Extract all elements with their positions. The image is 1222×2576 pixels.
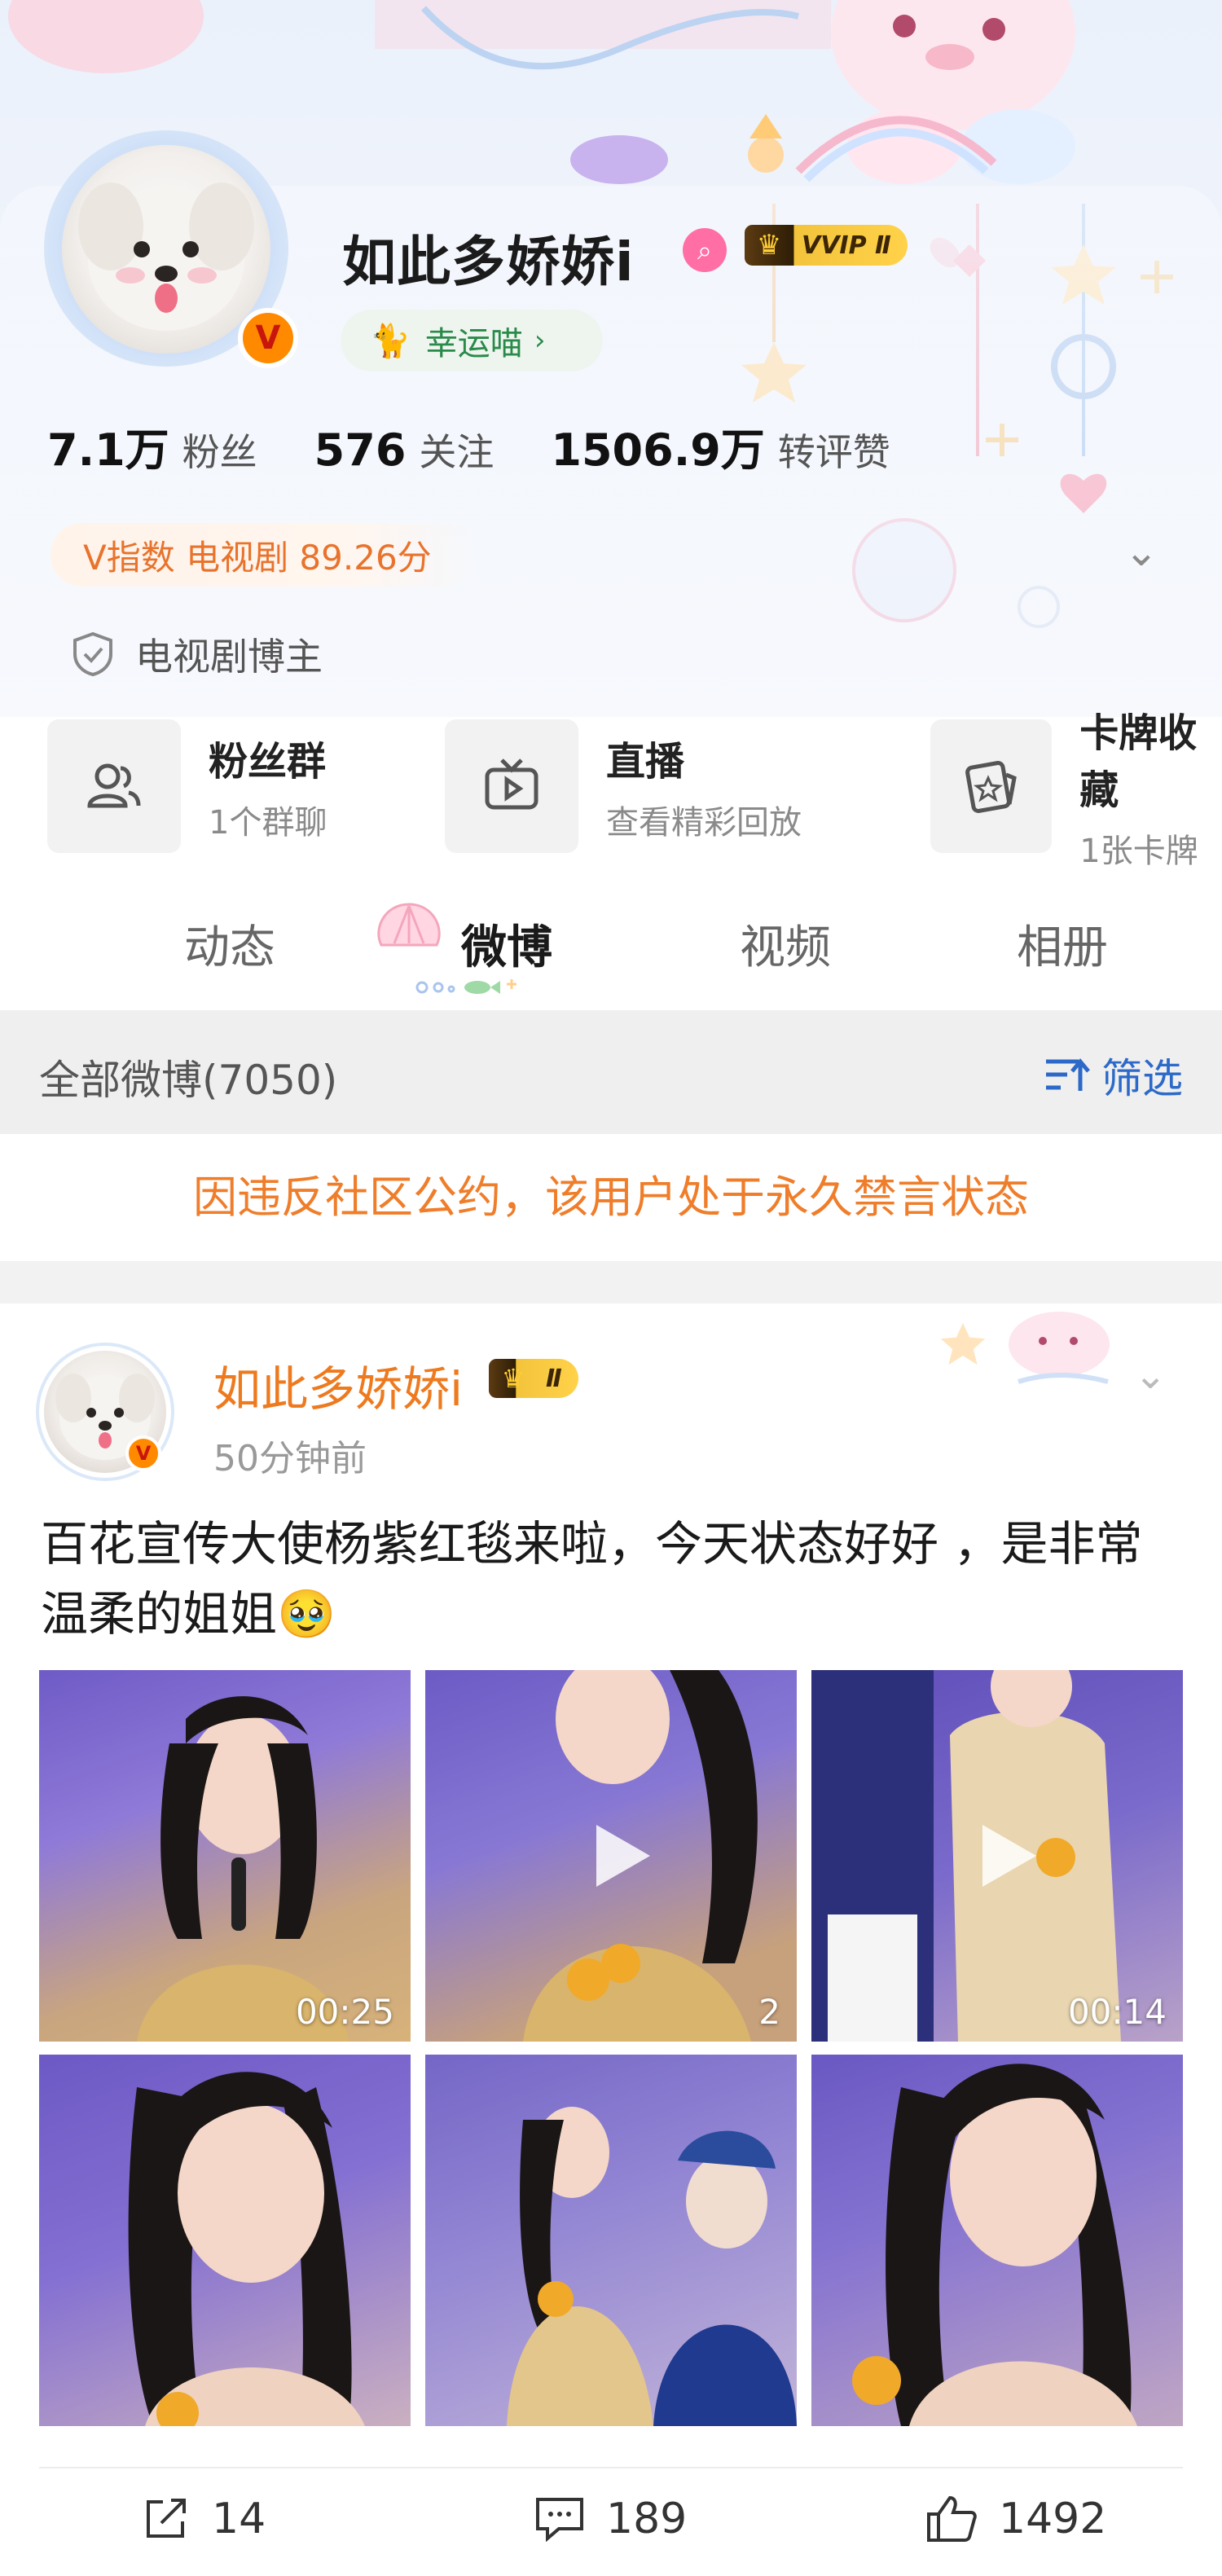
- photo-content: [137, 1696, 349, 2042]
- photo-content: [852, 2064, 1137, 2426]
- shortcut-subtitle: 1个群聊: [209, 804, 327, 842]
- followers-count[interactable]: 7.1万: [47, 414, 169, 478]
- post-avatar-container[interactable]: V: [36, 1333, 174, 1479]
- chevron-right-icon: ›: [534, 324, 546, 357]
- shortcut-subtitle: 查看精彩回放: [606, 804, 802, 842]
- verified-v-badge: V: [238, 308, 298, 368]
- video-duration: 2: [758, 1992, 780, 2032]
- dog-avatar-image: [78, 182, 254, 331]
- shield-check-icon: [73, 631, 112, 677]
- vvip-badge[interactable]: ♛ VVIP Ⅱ: [745, 225, 908, 266]
- tv-icon: [445, 719, 578, 853]
- chevron-down-icon[interactable]: ⌄: [1134, 1352, 1167, 1398]
- tab-weibo[interactable]: 微博: [461, 911, 552, 977]
- comment-button[interactable]: 189: [534, 2495, 687, 2543]
- shortcut-card-collection[interactable]: 卡牌收藏 1张卡牌: [930, 710, 1222, 870]
- profile-stats: 7.1万 粉丝 576 关注 1506.9万 转评赞: [47, 414, 947, 478]
- play-icon: [596, 1825, 650, 1887]
- tab-video[interactable]: 视频: [740, 911, 831, 977]
- crown-icon: ♛: [756, 229, 782, 262]
- weibo-filter-bar: 全部微博(7050) 筛选: [0, 1010, 1222, 1134]
- vip-badge-label: Ⅱ: [546, 1364, 562, 1393]
- fish-bubbles-decoration: [415, 979, 516, 994]
- post-author-name[interactable]: 如此多娇娇i: [213, 1351, 463, 1419]
- post-timestamp: 50分钟前: [213, 1438, 367, 1479]
- following-label[interactable]: 关注: [419, 423, 494, 477]
- photo-content: [128, 2072, 365, 2426]
- profile-tabs: 动态 微博 视频 相册: [0, 888, 1222, 1010]
- comment-count: 189: [606, 2495, 688, 2543]
- like-count: 1492: [999, 2495, 1107, 2543]
- post-media-image[interactable]: [39, 2055, 411, 2426]
- identity-row: 电视剧博主: [72, 627, 323, 681]
- lucky-tag-label: 幸运喵: [424, 325, 523, 363]
- ban-notice: 因违反社区公约，该用户处于永久禁言状态: [0, 1134, 1222, 1261]
- chevron-down-icon[interactable]: ⌄: [1124, 528, 1158, 575]
- play-icon: [982, 1825, 1036, 1887]
- verified-v-badge: V: [125, 1435, 161, 1471]
- shortcut-title: 卡牌收藏: [1079, 710, 1198, 813]
- shortcut-subtitle: 1张卡牌: [1079, 833, 1198, 870]
- thumbs-up-icon: [927, 2495, 977, 2542]
- comment-icon: [536, 2498, 583, 2542]
- repost-count: 14: [212, 2495, 266, 2543]
- v-index-pill[interactable]: V指数 电视剧 89.26分: [51, 523, 481, 587]
- shortcut-title: 直播: [606, 739, 685, 785]
- video-duration: 00:25: [295, 1992, 394, 2032]
- vvip-badge-label: VVIP Ⅱ: [802, 231, 891, 260]
- share-icon: [147, 2499, 186, 2538]
- section-divider: [0, 1261, 1222, 1303]
- post-media-video[interactable]: 00:25: [39, 1670, 411, 2042]
- shortcut-title: 粉丝群: [209, 739, 327, 785]
- v-index-text: V指数 电视剧 89.26分: [83, 537, 432, 578]
- cat-icon: 🐈: [370, 322, 411, 360]
- repost-button[interactable]: 14: [143, 2495, 266, 2543]
- tab-dynamic[interactable]: 动态: [184, 911, 275, 977]
- avatar[interactable]: [62, 145, 270, 354]
- all-weibo-count[interactable]: 全部微博(7050): [39, 1048, 337, 1106]
- profile-avatar-container[interactable]: V: [44, 130, 301, 375]
- following-count[interactable]: 576: [314, 424, 407, 476]
- post-text: 百花宣传大使杨紫红毯来啦，今天状态好好 ，是非常温柔的姐姐🥹: [41, 1516, 1143, 1642]
- profile-username: 如此多娇娇i: [342, 231, 635, 293]
- post-media-video[interactable]: 2: [425, 1670, 797, 2042]
- followers-label[interactable]: 粉丝: [182, 423, 257, 477]
- super-topic-icon[interactable]: ⌕: [683, 228, 727, 272]
- card-icon: [930, 719, 1053, 853]
- filter-button[interactable]: 筛选: [1043, 1046, 1183, 1105]
- shortcut-live[interactable]: 直播 查看精彩回放: [445, 717, 802, 855]
- crown-icon: ♛: [501, 1363, 525, 1394]
- reposts-comments-likes-count: 1506.9万: [551, 424, 765, 476]
- vip-badge[interactable]: ♛ Ⅱ: [489, 1359, 578, 1398]
- seashell-tab-indicator-icon: [377, 903, 441, 947]
- lucky-cat-tag[interactable]: 🐈 幸运喵 ›: [341, 310, 603, 371]
- shortcut-fan-group[interactable]: 粉丝群 1个群聊: [47, 717, 327, 855]
- photo-content: [507, 2107, 797, 2426]
- like-button[interactable]: 1492: [925, 2495, 1106, 2543]
- video-duration: 00:14: [1067, 1992, 1167, 2032]
- people-icon: [47, 719, 181, 853]
- post-media-video[interactable]: 00:14: [811, 1670, 1183, 2042]
- post-divider: [39, 2467, 1183, 2468]
- filter-label: 筛选: [1101, 1055, 1183, 1102]
- post-card-decoration: [940, 1312, 1110, 1384]
- post-media-image[interactable]: [811, 2055, 1183, 2426]
- identity-label: 电视剧博主: [135, 635, 323, 679]
- tab-album[interactable]: 相册: [1017, 911, 1108, 977]
- post-media-image[interactable]: [425, 2055, 797, 2426]
- sort-filter-icon: [1046, 1058, 1090, 1091]
- reposts-comments-likes-label: 转评赞: [777, 430, 890, 474]
